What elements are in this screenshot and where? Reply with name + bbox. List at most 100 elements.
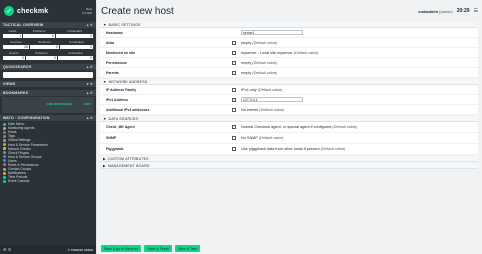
menu-item-icon: [3, 163, 6, 167]
help-icon[interactable]: ☰: [474, 8, 478, 14]
field-label: Hostname: [106, 30, 123, 35]
ipv4-address-input[interactable]: [241, 97, 303, 102]
snapin-controls-icon[interactable]: ▴ ✕: [87, 65, 93, 69]
field-label: Parents: [106, 70, 119, 75]
section-title: MANAGEMENT BOARD: [107, 163, 150, 168]
edit-bookmarks-link[interactable]: EDIT: [84, 102, 91, 106]
count-cell[interactable]: 0: [22, 33, 57, 39]
save-and-test-button[interactable]: Save & Test: [175, 245, 200, 252]
snmp-checkbox[interactable]: [232, 136, 236, 140]
parents-checkbox[interactable]: [232, 70, 236, 75]
menu-item-icon: [3, 171, 6, 175]
field-value: Use piggyback data from other hosts if p…: [241, 147, 345, 151]
menu-item-icon: [3, 167, 6, 171]
snapin-title-bookmarks[interactable]: BOOKMARKS ▴ ✕: [0, 90, 96, 96]
value-text: No SNMP: [241, 136, 258, 140]
additional-ipv4-checkbox[interactable]: [232, 107, 236, 112]
sidebar: ✓ checkmk Raw 2.0.0p8 TACTICAL OVERVIEW …: [0, 0, 96, 254]
quicksearch-input[interactable]: [3, 72, 93, 78]
snapin-controls-icon[interactable]: ▴ ✕: [87, 23, 93, 27]
row-hostname: Hostname: [100, 28, 478, 38]
expand-triangle-icon[interactable]: ▶: [103, 164, 106, 168]
default-hint: (Default value): [258, 136, 284, 140]
count-cell[interactable]: 0: [29, 44, 60, 50]
add-bookmark-link[interactable]: ADD BOOKMARK: [47, 102, 72, 106]
snapin-controls-icon[interactable]: ▾ ✕: [87, 82, 93, 86]
default-hint: (Default value): [332, 125, 358, 129]
version-info: Raw 2.0.0p8: [82, 7, 92, 15]
count-cell[interactable]: 0: [24, 55, 58, 61]
menu-item-icon: [3, 134, 6, 138]
piggyback-checkbox[interactable]: [232, 147, 236, 151]
snapin-title-quicksearch[interactable]: QUICKSEARCH ▴ ✕: [0, 64, 96, 70]
field-label: IPv4 Address: [106, 97, 129, 102]
count-cell[interactable]: 0: [58, 44, 95, 50]
count-cell[interactable]: 26: [1, 44, 31, 50]
section-header-management-board[interactable]: ▶ MANAGEMENT BOARD: [100, 163, 478, 169]
ip-family-checkbox[interactable]: [232, 87, 236, 92]
field-value: empty (Default value): [241, 71, 277, 75]
section-title: CUSTOM ATTRIBUTES: [107, 156, 149, 161]
tactical-overview-events: Events Problems Unhandled 0 0 0: [2, 51, 95, 61]
field-value: No entries (Default value): [241, 108, 284, 112]
tactical-overview-services: Services Problems Unhandled 26 0 0: [1, 40, 95, 50]
section-network-address: ▼ NETWORK ADDRESS IP Address Family IPv4…: [100, 79, 478, 115]
site-checkbox[interactable]: [232, 50, 236, 55]
user-role: (admin): [439, 8, 453, 14]
count-cell[interactable]: 0: [56, 55, 95, 61]
default-hint: (Default value): [320, 147, 346, 151]
ipv4-checkbox[interactable]: [232, 97, 236, 102]
value-text: Use piggyback data from other hosts if p…: [241, 147, 320, 151]
snapin-title-tactical-overview[interactable]: TACTICAL OVERVIEW ▴ ✕: [0, 22, 96, 28]
sidebar-footer: ⚙ ☰ © TRIBE29 GMBH: [0, 245, 96, 254]
row-additional-ipv4: Additional IPv4 addresses No entries (De…: [100, 105, 478, 115]
row-permissions: Permissions empty (Default value): [100, 58, 478, 68]
snapin-controls-icon[interactable]: ▴ ✕: [87, 91, 93, 95]
form-buttons: Save & go to Services Save & Finish Save…: [101, 245, 200, 252]
version-label: 2.0.0p8: [81, 11, 92, 15]
collapse-triangle-icon[interactable]: ▼: [103, 80, 107, 84]
alias-checkbox[interactable]: [232, 40, 236, 45]
field-label: Piggyback: [106, 147, 124, 151]
default-hint: (Default value): [252, 40, 278, 45]
field-value: IPv4 only (Default value): [241, 88, 282, 92]
default-hint: (Default value): [293, 50, 319, 55]
value-text: No entries: [241, 107, 259, 112]
menu-item-icon: [3, 143, 6, 147]
count-cell[interactable]: 0: [2, 55, 26, 61]
save-and-finish-button[interactable]: Save & Finish: [144, 245, 173, 252]
section-management-board: ▶ MANAGEMENT BOARD: [100, 163, 478, 169]
hostname-input[interactable]: [241, 30, 303, 35]
wato-menu-item[interactable]: Event Console: [3, 179, 93, 183]
page-title: Create new host: [101, 5, 174, 17]
snapin-title-text: TACTICAL OVERVIEW: [3, 23, 44, 27]
tactical-overview-hosts: Hosts Problems Unhandled 1 0 0: [1, 29, 94, 39]
user-info[interactable]: cmkadmin (admin): [418, 9, 452, 14]
snapin-title-text: WATO · CONFIGURATION: [3, 116, 50, 120]
menu-item-icon: [3, 151, 6, 155]
count-cell[interactable]: 0: [55, 33, 94, 39]
checkmk-logo-icon[interactable]: ✓: [4, 6, 14, 16]
field-label: Alias: [106, 40, 115, 45]
value-text: empty: [241, 70, 252, 75]
permissions-checkbox[interactable]: [232, 60, 236, 65]
agent-checkbox[interactable]: [232, 125, 236, 129]
row-monitored-on-site: Monitored on site myserver - Local site …: [100, 48, 478, 58]
expand-triangle-icon[interactable]: ▶: [103, 157, 106, 161]
section-header-custom-attributes[interactable]: ▶ CUSTOM ATTRIBUTES: [100, 156, 478, 162]
default-hint: (Default value): [252, 60, 278, 65]
default-hint: (Default value): [257, 87, 283, 92]
snapin-controls-icon[interactable]: ▴ ✕: [87, 116, 93, 120]
snapin-title-views[interactable]: VIEWS ▾ ✕: [0, 81, 96, 87]
field-value: Normal Checkmk agent, or special agent i…: [241, 125, 357, 129]
sidebar-settings-icon[interactable]: ⚙ ☰: [3, 247, 11, 252]
value-text: IPv4 only: [241, 87, 257, 92]
collapse-triangle-icon[interactable]: ▼: [103, 117, 107, 121]
menu-item-icon: [3, 159, 6, 163]
save-and-go-to-services-button[interactable]: Save & go to Services: [101, 245, 142, 252]
default-hint: (Default value): [259, 107, 285, 112]
collapse-triangle-icon[interactable]: ▼: [103, 23, 107, 27]
field-label: Permissions: [106, 60, 127, 65]
count-cell[interactable]: 1: [1, 33, 24, 39]
value-text: Normal Checkmk agent, or special agent i…: [241, 125, 332, 129]
